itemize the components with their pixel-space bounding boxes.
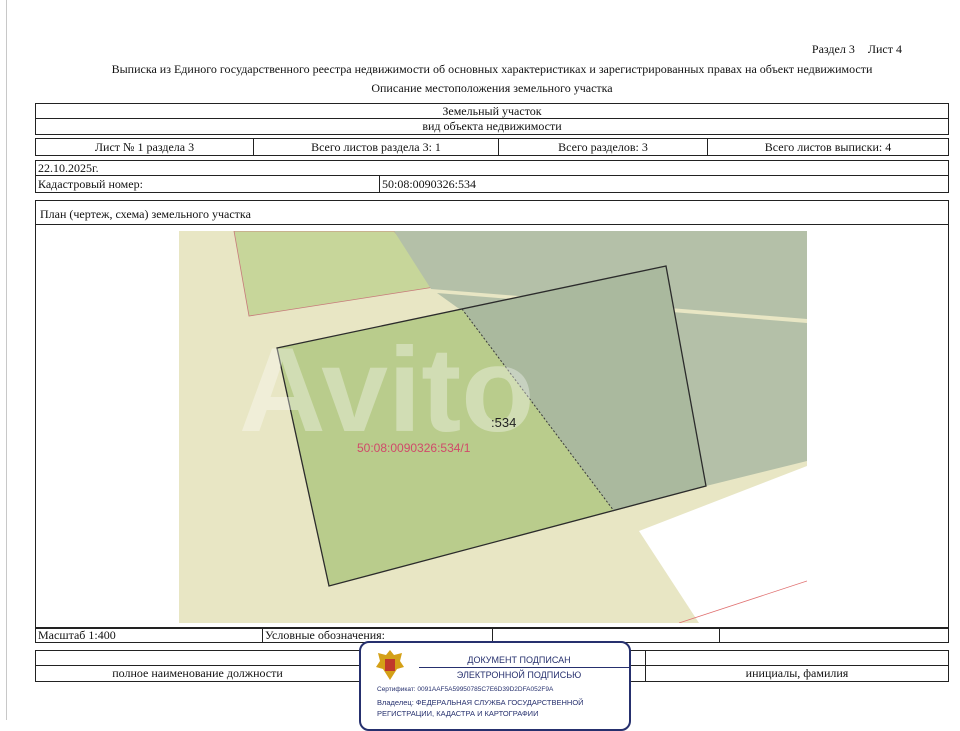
parcel-label: :534 xyxy=(491,415,516,430)
sheets-row: Лист № 1 раздела 3 Всего листов раздела … xyxy=(35,138,949,156)
emblem-icon xyxy=(376,650,404,680)
plan-label: План (чертеж, схема) земельного участка xyxy=(40,207,251,221)
position-caption: полное наименование должности xyxy=(112,666,283,680)
legend-label: Условные обозначения: xyxy=(265,628,386,642)
parcel-map: Avito :534 50:08:0090326:534/1 xyxy=(179,231,807,623)
sub-parcel-label: 50:08:0090326:534/1 xyxy=(357,441,471,455)
page-edge-line xyxy=(6,0,7,720)
cadastral-label: Кадастровый номер: xyxy=(38,177,143,191)
total-section-sheets: Всего листов раздела 3: 1 xyxy=(254,139,499,155)
stamp-line-1: ДОКУМЕНТ ПОДПИСАН xyxy=(467,655,571,665)
document-subtitle: Описание местоположения земельного участ… xyxy=(371,81,613,95)
stamp-certificate: Сертификат: 0091AAF5A59950785C7E6D39D2DF… xyxy=(377,686,554,693)
cadastral-row: Кадастровый номер: 50:08:0090326:534 xyxy=(35,176,949,193)
object-type: Земельный участок xyxy=(35,103,949,119)
scale-label: Масштаб 1:400 xyxy=(38,628,116,642)
sheet-of-section: Лист № 1 раздела 3 xyxy=(36,139,254,155)
extract-date: 22.10.2025г. xyxy=(35,160,949,176)
e-signature-stamp: ДОКУМЕНТ ПОДПИСАН ЭЛЕКТРОННОЙ ПОДПИСЬЮ С… xyxy=(359,641,631,731)
object-type-caption: вид объекта недвижимости xyxy=(35,119,949,135)
sheet-number: Лист 4 xyxy=(867,42,902,56)
plan-divider xyxy=(35,224,949,225)
stamp-owner-1: Владелец: ФЕДЕРАЛЬНАЯ СЛУЖБА ГОСУДАРСТВЕ… xyxy=(377,698,584,707)
document-title: Выписка из Единого государственного реес… xyxy=(111,62,873,76)
section-number: Раздел 3 xyxy=(811,42,855,56)
initials-caption: инициалы, фамилия xyxy=(745,666,849,680)
cadastral-number: 50:08:0090326:534 xyxy=(382,177,477,191)
stamp-line-2: ЭЛЕКТРОННОЙ ПОДПИСЬЮ xyxy=(456,670,582,680)
total-extract-sheets: Всего листов выписки: 4 xyxy=(764,140,892,154)
section-sheet-header: Раздел 3 Лист 4 xyxy=(802,42,902,57)
stamp-owner-2: РЕГИСТРАЦИИ, КАДАСТРА И КАРТОГРАФИИ xyxy=(377,709,539,718)
total-sections: Всего разделов: 3 xyxy=(499,139,708,155)
avito-watermark: Avito xyxy=(239,323,535,457)
